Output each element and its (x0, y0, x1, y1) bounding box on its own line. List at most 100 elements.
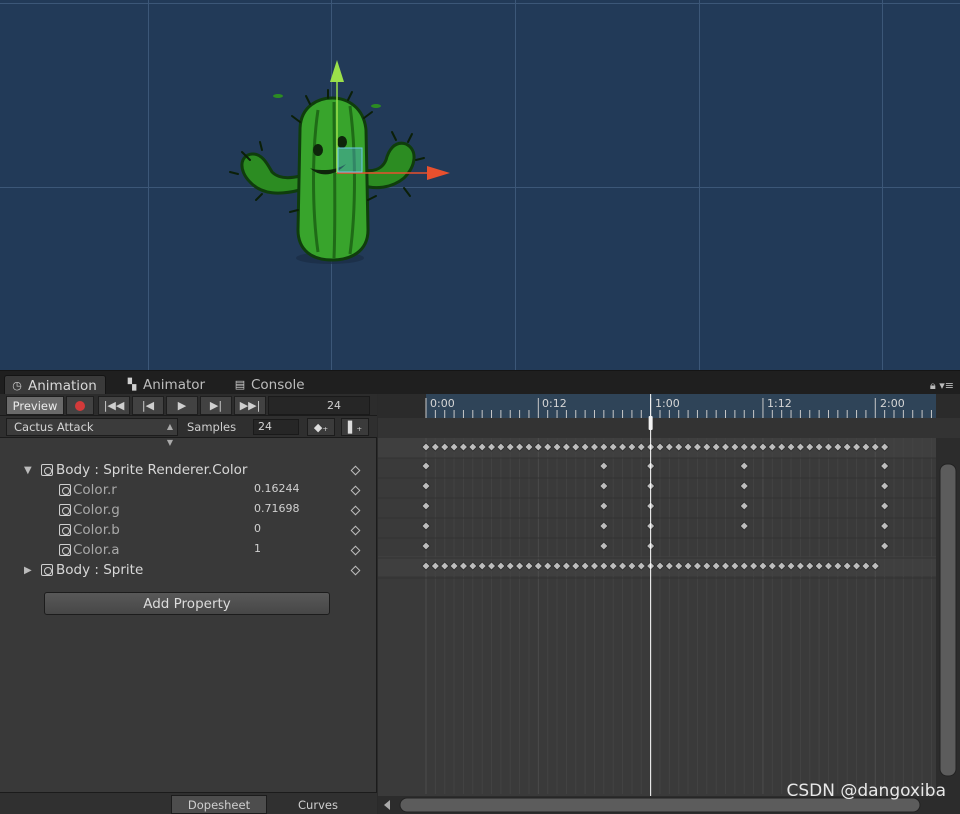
keyframe-diamond-icon[interactable] (350, 565, 361, 575)
property-icon (59, 504, 71, 516)
property-value[interactable]: 1 (254, 542, 261, 555)
record-button[interactable] (66, 396, 94, 415)
first-keyframe-button[interactable]: |◀◀ (98, 396, 130, 415)
keyframe-diamond-icon[interactable] (880, 461, 890, 471)
clip-name: Cactus Attack (14, 420, 94, 434)
property-label: Color.b (73, 522, 120, 538)
property-row[interactable]: Color.r 0.16244 (0, 480, 377, 500)
ruler-label: 0:00 (430, 397, 455, 410)
fold-collapsed-icon[interactable]: ▶ (24, 565, 32, 576)
vertical-scrollbar-thumb[interactable] (939, 463, 957, 777)
property-value[interactable]: 0.71698 (254, 502, 300, 515)
step-forward-icon: ▶| (209, 399, 223, 412)
previous-keyframe-button[interactable]: |◀ (132, 396, 164, 415)
add-keyframe-icon: ◆₊ (313, 420, 329, 434)
keyframe-diamond-icon[interactable] (350, 505, 361, 515)
property-label: Color.a (73, 542, 120, 558)
samples-input[interactable]: 24 (253, 419, 299, 435)
dopesheet-tab[interactable]: Dopesheet (171, 795, 267, 814)
tab-animation[interactable]: ◷ Animation (4, 375, 106, 395)
clip-select[interactable]: Cactus Attack ▲ ▼ (6, 418, 178, 447)
keyframe-diamond-icon[interactable] (350, 465, 361, 475)
keyframe-diamond-icon[interactable] (421, 501, 431, 511)
ruler-label: 0:12 (542, 397, 567, 410)
skip-last-icon: ▶▶| (239, 399, 261, 412)
sprite-renderer-icon (41, 464, 53, 476)
ruler-label: 2:00 (880, 397, 905, 410)
dopesheet-timeline[interactable]: 0:00 0:12 1:00 1:12 2:00 (378, 394, 960, 814)
keyframe-diamond-icon[interactable] (739, 461, 749, 471)
keyframe-diamond-icon[interactable] (421, 481, 431, 491)
tab-animator[interactable]: ▚ Animator (120, 375, 213, 395)
console-icon: ▤ (234, 378, 246, 391)
property-group-row[interactable]: ▼ Body : Sprite Renderer.Color (0, 460, 377, 480)
keyframe-diamond-icon[interactable] (880, 481, 890, 491)
dopesheet-canvas[interactable] (378, 394, 960, 814)
tab-label: Animator (143, 377, 206, 393)
clip-bar: Cactus Attack ▲ ▼ Samples 24 ◆₊ ▌₊ (0, 416, 377, 447)
lock-icon[interactable]: 🔒︎ (930, 379, 936, 392)
scene-canvas (229, 60, 450, 264)
play-icon: ▶ (177, 399, 187, 412)
keyframe-diamond-icon[interactable] (599, 481, 609, 491)
playback-toolbar: Preview |◀◀ |◀ ▶ ▶| ▶▶| 24 (0, 394, 377, 416)
property-icon (59, 544, 71, 556)
cactus-sprite[interactable] (229, 89, 425, 264)
context-menu-icon[interactable]: ▾≡ (939, 379, 954, 392)
tab-label: Animation (28, 377, 97, 394)
record-icon (75, 400, 85, 411)
keyframe-diamond-icon[interactable] (421, 521, 431, 531)
scene-view[interactable] (0, 0, 960, 370)
property-value[interactable]: 0.16244 (254, 482, 300, 495)
property-row[interactable]: Color.g 0.71698 (0, 500, 377, 520)
keyframe-diamond-icon[interactable] (599, 501, 609, 511)
next-keyframe-button[interactable]: ▶| (200, 396, 232, 415)
skip-first-icon: |◀◀ (103, 399, 125, 412)
samples-label: Samples (187, 420, 237, 434)
preview-button[interactable]: Preview (6, 396, 64, 415)
fold-expanded-icon[interactable]: ▼ (24, 465, 32, 476)
property-row[interactable]: Color.a 1 (0, 540, 377, 560)
playhead-handle[interactable] (648, 416, 653, 430)
view-mode-bar: Dopesheet Curves (0, 792, 377, 814)
keyframe-diamond-icon[interactable] (599, 461, 609, 471)
tab-console[interactable]: ▤ Console (228, 375, 313, 395)
property-label: Color.r (73, 482, 117, 498)
current-frame-field[interactable]: 24 (268, 396, 370, 415)
keyframe-diamond-icon[interactable] (599, 541, 609, 551)
keyframe-diamond-icon[interactable] (739, 521, 749, 531)
keyframe-diamond-icon[interactable] (739, 481, 749, 491)
curves-tab[interactable]: Curves (270, 795, 366, 814)
animator-icon: ▚ (127, 378, 137, 391)
keyframe-diamond-icon[interactable] (739, 501, 749, 511)
keyframe-diamond-icon[interactable] (599, 521, 609, 531)
tab-menu[interactable]: 🔒︎ ▾≡ (930, 379, 954, 393)
add-property-button[interactable]: Add Property (44, 592, 330, 615)
step-back-icon: |◀ (141, 399, 155, 412)
property-group-row[interactable]: ▶ Body : Sprite (0, 560, 377, 580)
last-keyframe-button[interactable]: ▶▶| (234, 396, 266, 415)
keyframe-diamond-icon[interactable] (421, 541, 431, 551)
keyframe-diamond-icon[interactable] (880, 521, 890, 531)
keyframe-diamond-icon[interactable] (350, 485, 361, 495)
keyframe-diamond-icon[interactable] (880, 541, 890, 551)
keyframe-diamond-icon[interactable] (350, 545, 361, 555)
property-group-label: Body : Sprite (56, 562, 144, 578)
select-arrow-icon: ▲ ▼ (166, 422, 173, 447)
add-keyframe-button[interactable]: ◆₊ (307, 418, 335, 436)
clock-icon: ◷ (12, 378, 22, 392)
property-value[interactable]: 0 (254, 522, 261, 535)
ruler-label: 1:00 (655, 397, 680, 410)
property-row[interactable]: Color.b 0 (0, 520, 377, 540)
keyframe-diamond-icon[interactable] (880, 501, 890, 511)
ruler-clip-range (426, 394, 936, 418)
add-event-icon: ▌₊ (347, 420, 363, 434)
keyframe-diamond-icon[interactable] (350, 525, 361, 535)
keyframe-diamond-icon[interactable] (421, 461, 431, 471)
sprite-icon (41, 564, 53, 576)
play-button[interactable]: ▶ (166, 396, 198, 415)
animation-properties-panel: Preview |◀◀ |◀ ▶ ▶| ▶▶| 24 Cactus Attack… (0, 394, 377, 814)
window-tab-bar: ◷ Animation ▚ Animator ▤ Console 🔒︎ ▾≡ (0, 370, 960, 395)
property-group-label: Body : Sprite Renderer.Color (56, 462, 248, 478)
add-event-button[interactable]: ▌₊ (341, 418, 369, 436)
